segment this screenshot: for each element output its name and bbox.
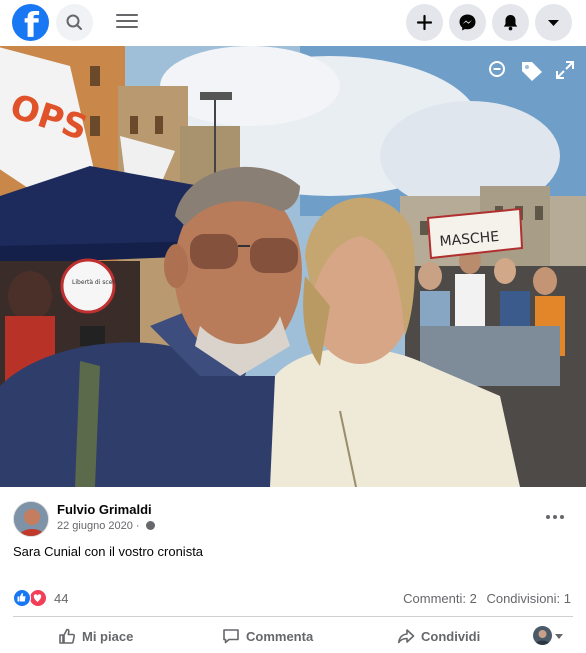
facebook-logo[interactable]: f xyxy=(12,4,49,41)
post-meta: 22 giugno 2020 · xyxy=(57,520,155,532)
shares-count[interactable]: Condivisioni: 1 xyxy=(486,591,571,606)
comments-count[interactable]: Commenti: 2 xyxy=(403,591,477,606)
tag-icon[interactable] xyxy=(520,60,544,82)
fullscreen-icon[interactable] xyxy=(555,60,575,80)
divider xyxy=(13,616,573,617)
avatar-image xyxy=(535,630,550,645)
heart-icon xyxy=(33,594,42,602)
notifications-button[interactable] xyxy=(492,4,529,41)
globe-icon xyxy=(145,521,155,530)
avatar-image xyxy=(14,502,48,536)
comment-label: Commenta xyxy=(246,628,314,644)
author-avatar[interactable] xyxy=(13,501,49,537)
chevron-down-icon xyxy=(548,20,559,26)
comment-button[interactable]: Commenta xyxy=(222,624,313,648)
dot-icon xyxy=(553,515,557,519)
thumbs-up-icon xyxy=(17,593,26,602)
menu-icon[interactable] xyxy=(116,11,138,33)
banner-text: Libertà di scelta xyxy=(72,279,120,286)
photo-scene: OPS Libertà di scelta MASCHE xyxy=(0,46,586,487)
share-label: Condividi xyxy=(421,628,481,644)
messenger-icon xyxy=(459,14,476,31)
plus-icon xyxy=(416,14,433,31)
zoom-out-icon[interactable] xyxy=(488,60,508,80)
comment-icon xyxy=(223,629,239,644)
share-icon xyxy=(398,629,415,644)
search-button[interactable] xyxy=(56,4,93,41)
create-button[interactable] xyxy=(406,4,443,41)
account-menu-button[interactable] xyxy=(535,4,572,41)
author-name[interactable]: Fulvio Grimaldi xyxy=(57,502,152,517)
like-label: Mi piace xyxy=(82,628,134,644)
facebook-logo-glyph: f xyxy=(24,6,39,41)
messenger-button[interactable] xyxy=(449,4,486,41)
profile-avatar-small[interactable] xyxy=(533,626,552,645)
share-button[interactable]: Condividi xyxy=(397,624,480,648)
bell-icon xyxy=(503,15,518,31)
love-reaction-icon[interactable] xyxy=(29,589,47,607)
like-reaction-icon[interactable] xyxy=(13,589,31,607)
audience-chevron-icon[interactable] xyxy=(555,634,563,639)
dot-icon xyxy=(560,515,564,519)
reaction-count[interactable]: 44 xyxy=(54,591,68,606)
more-options-button[interactable] xyxy=(546,510,566,524)
dot-icon xyxy=(546,515,550,519)
post-date[interactable]: 22 giugno 2020 · xyxy=(57,520,140,532)
thumbs-up-icon xyxy=(59,628,76,644)
top-navigation-bar: f xyxy=(0,0,586,46)
search-icon xyxy=(66,14,82,30)
post-photo[interactable]: OPS Libertà di scelta MASCHE xyxy=(0,46,586,487)
post-caption: Sara Cunial con il vostro cronista xyxy=(13,544,204,559)
post-stats: Commenti: 2 Condivisioni: 1 xyxy=(397,591,571,606)
like-button[interactable]: Mi piace xyxy=(58,624,133,648)
